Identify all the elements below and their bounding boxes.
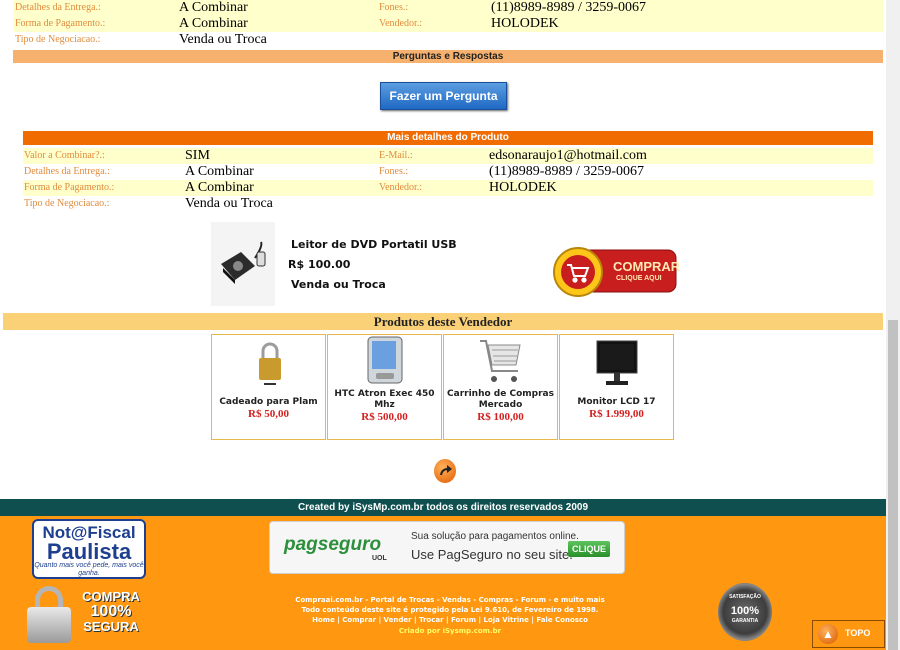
pagseguro-banner[interactable]: pagseguro UOL Sua solução para pagamento… (269, 521, 625, 574)
pagseguro-cta-text: Use PagSeguro no seu site. (411, 547, 573, 562)
info-value: (11)8989-8989 / 3259-0067 (489, 164, 645, 179)
info-value: A Combinar (185, 164, 254, 179)
nfp-slogan: Quanto mais você pede, mais você ganha. (34, 562, 144, 577)
info-row: Detalhes da Entrega.: A Combinar Fones.:… (23, 164, 873, 180)
scrollbar-thumb[interactable] (888, 320, 898, 650)
info-row: Forma de Pagamento.: A Combinar Vendedor… (13, 16, 883, 32)
info-value: HOLODEK (489, 180, 557, 195)
seller-products-title: Produtos deste Vendedor (3, 313, 883, 330)
ask-question-button[interactable]: Fazer um Pergunta (380, 82, 507, 110)
product-negotiation: Venda ou Troca (291, 278, 386, 291)
info-label: Forma de Pagamento.: (24, 182, 115, 193)
info-value: Venda ou Troca (185, 196, 273, 211)
info-label: Tipo de Negociacao.: (15, 34, 101, 45)
info-label: Forma de Pagamento.: (15, 18, 106, 29)
info-value: A Combinar (185, 180, 254, 195)
uol-logo: UOL (372, 555, 387, 562)
seal-top-text: SATISFAÇÃO (729, 594, 761, 600)
footer-description: Compraai.com.br - Portal de Trocas - Ven… (295, 596, 605, 604)
product-card-name[interactable]: Monitor LCD 17 (560, 397, 673, 408)
info-value: A Combinar (179, 0, 248, 15)
qa-section-title: Perguntas e Respostas (13, 50, 883, 63)
info-label: Detalhes da Entrega.: (15, 2, 101, 13)
footer-credit[interactable]: Criado por iSysmp.com.br (240, 626, 660, 636)
info-row: Forma de Pagamento.: A Combinar Vendedor… (23, 180, 873, 196)
shopping-cart-icon (480, 340, 521, 382)
padlock-icon (27, 607, 71, 643)
info-value: Venda ou Troca (179, 32, 267, 47)
info-label: E-Mail.: (379, 150, 413, 161)
pda-icon (367, 336, 403, 384)
seal-percent: 100% (730, 605, 760, 617)
padlock-icon (259, 342, 281, 385)
buy-button[interactable]: COMPRAR CLIQUE AQUI (550, 246, 681, 298)
secure-badge-line: SEGURA (83, 619, 139, 634)
copyright-bar: Created by iSysMp.com.br todos os direit… (0, 499, 886, 516)
product-card[interactable]: Cadeado para Plam R$ 50,00 (211, 334, 326, 440)
product-card-price: R$ 50,00 (248, 408, 289, 420)
back-to-top-button[interactable]: ▲ TOPO (812, 620, 885, 648)
details-section-title: Mais detalhes do Produto (23, 131, 873, 145)
product-card-price: R$ 1.999,00 (589, 408, 644, 420)
product-card[interactable]: Carrinho de Compras Mercado R$ 100,00 (443, 334, 558, 440)
info-value: HOLODEK (491, 16, 559, 31)
email-value: edsonaraujo1@hotmail.com (489, 148, 647, 163)
info-label: Tipo de Negociacao.: (24, 198, 110, 209)
product-card-price: R$ 500,00 (361, 411, 408, 423)
info-label: Fones.: (379, 2, 409, 13)
info-value: A Combinar (179, 16, 248, 31)
footer-links[interactable]: Home | Comprar | Vender | Trocar | Forum… (240, 615, 660, 625)
dvd-player-icon (211, 222, 275, 306)
buy-button-sublabel: CLIQUE AQUI (616, 275, 662, 282)
product-card[interactable]: Monitor LCD 17 R$ 1.999,00 (559, 334, 674, 440)
product-card[interactable]: HTC Atron Exec 450 Mhz R$ 500,00 (327, 334, 442, 440)
arrow-right-icon (440, 465, 452, 476)
info-row: Valor a Combinar?.: SIM E-Mail.: edsonar… (23, 148, 873, 164)
buy-button-label: COMPRAR (613, 259, 681, 274)
nota-fiscal-paulista-logo[interactable]: Not@Fiscal Paulista Quanto mais você ped… (32, 519, 146, 579)
info-row: Tipo de Negociacao.: Venda ou Troca (13, 32, 883, 48)
product-card-name[interactable]: Cadeado para Plam (212, 397, 325, 408)
product-name[interactable]: Leitor de DVD Portatil USB (291, 238, 457, 251)
product-price: R$ 100.00 (288, 258, 351, 271)
seal-bottom-text: GARANTIA (731, 618, 759, 624)
product-card-name[interactable]: HTC Atron Exec 450 Mhz (328, 389, 441, 411)
secure-badge-line: COMPRA (82, 589, 140, 604)
secure-purchase-badge: COMPRA 100% SEGURA (78, 589, 144, 634)
secure-badge-percent: 100% (90, 603, 132, 620)
product-image[interactable] (211, 222, 275, 306)
satisfaction-guarantee-seal: SATISFAÇÃO 100% GARANTIA (718, 583, 772, 641)
info-value: SIM (185, 148, 210, 163)
info-label: Fones.: (379, 166, 409, 177)
info-value: (11)8989-8989 / 3259-0067 (491, 0, 647, 15)
info-label: Vendedor.: (379, 182, 423, 193)
info-label: Valor a Combinar?.: (24, 150, 105, 161)
pagseguro-logo: pagseguro (284, 534, 382, 555)
arrow-up-icon: ▲ (818, 624, 838, 644)
next-page-button[interactable] (434, 459, 456, 483)
info-row: Tipo de Negociacao.: Venda ou Troca (23, 196, 873, 212)
info-row: Detalhes da Entrega.: A Combinar Fones.:… (13, 0, 883, 16)
product-card-name[interactable]: Carrinho de Compras Mercado (444, 389, 557, 411)
back-to-top-label: TOPO (845, 628, 871, 638)
product-card-price: R$ 100,00 (477, 411, 524, 423)
monitor-icon (596, 340, 638, 385)
info-label: Detalhes da Entrega.: (24, 166, 110, 177)
nfp-subtitle: Paulista (46, 539, 132, 564)
footer-legal: Todo conteúdo deste site é protegido pel… (301, 606, 599, 614)
info-label: Vendedor.: (379, 18, 423, 29)
pagseguro-click-button[interactable]: CLIQUE (568, 541, 610, 557)
pagseguro-tagline: Sua solução para pagamentos online. (411, 531, 579, 542)
